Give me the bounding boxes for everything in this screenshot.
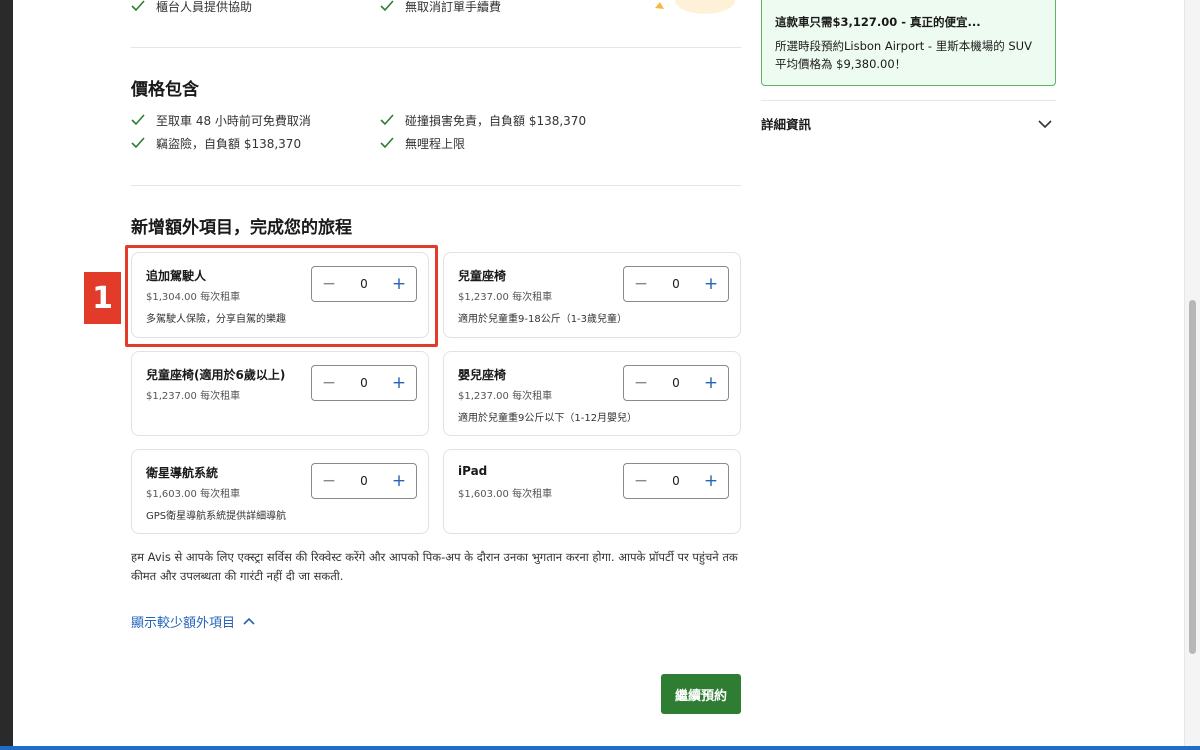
extra-card-booster-seat: 兒童座椅(適用於6歲以上) $1,237.00 每次租車 − 0 + xyxy=(131,351,429,436)
feature-item: 櫃台人員提供協助 xyxy=(131,0,252,15)
check-icon xyxy=(131,136,147,151)
quantity-stepper: − 0 + xyxy=(623,463,729,499)
extra-price: $1,237.00 每次租車 xyxy=(458,292,553,303)
increase-button[interactable]: + xyxy=(390,472,408,490)
quantity-value: 0 xyxy=(672,376,680,390)
quantity-value: 0 xyxy=(360,376,368,390)
extra-price: $1,304.00 每次租車 xyxy=(146,292,241,303)
annotation-marker: 1 xyxy=(84,272,121,324)
increase-button[interactable]: + xyxy=(390,275,408,293)
extra-description: GPS衛星導航系統提供詳細導航 xyxy=(146,511,287,522)
feature-label: 無取消訂單手續費 xyxy=(405,0,502,14)
check-icon xyxy=(131,0,147,14)
illustration-image xyxy=(655,0,735,14)
extra-price: $1,603.00 每次租車 xyxy=(458,489,553,500)
chevron-up-icon xyxy=(243,614,255,629)
show-fewer-extras-label: 顯示較少額外項目 xyxy=(131,616,236,631)
quantity-value: 0 xyxy=(672,277,680,291)
promo-text: 平均價格為 $9,380.00！ xyxy=(775,57,907,71)
promo-text: 所選時段預約Lisbon Airport - 里斯本機場的 SUV xyxy=(775,39,1032,53)
extra-description: 適用於兒童重9公斤以下（1-12月嬰兒） xyxy=(458,413,638,424)
check-icon xyxy=(380,136,396,151)
decrease-button[interactable]: − xyxy=(320,275,338,293)
quantity-value: 0 xyxy=(672,474,680,488)
window-edge xyxy=(0,0,13,750)
chevron-down-icon xyxy=(1038,114,1052,133)
extra-title: 兒童座椅 xyxy=(458,269,507,283)
extra-title: iPad xyxy=(458,464,488,478)
increase-button[interactable]: + xyxy=(390,374,408,392)
decrease-button[interactable]: − xyxy=(632,472,650,490)
extra-description: 適用於兒童重9-18公斤（1-3歲兒童） xyxy=(458,314,628,325)
extra-card-infant-seat: 嬰兒座椅 $1,237.00 每次租車 適用於兒童重9公斤以下（1-12月嬰兒）… xyxy=(443,351,741,436)
extras-note: हम Avis से आपके लिए एक्स्ट्रा सर्विस की … xyxy=(131,548,751,586)
divider xyxy=(131,185,741,186)
included-item: 至取車 48 小時前可免費取消 xyxy=(131,112,311,129)
promo-title: 這款車只需$3,127.00 - 真正的便宜... xyxy=(775,15,981,29)
extra-title: 兒童座椅(適用於6歲以上) xyxy=(146,368,286,382)
feature-label: 櫃台人員提供協助 xyxy=(156,0,253,14)
details-label: 詳細資訊 xyxy=(761,116,812,132)
price-promo-banner: 這款車只需$3,127.00 - 真正的便宜... 所選時段預約Lisbon A… xyxy=(761,0,1056,86)
check-icon xyxy=(380,0,396,14)
decrease-button[interactable]: − xyxy=(320,374,338,392)
note-line: हम Avis से आपके लिए एक्स्ट्रा सर्विस की … xyxy=(131,550,738,564)
quantity-value: 0 xyxy=(360,474,368,488)
divider xyxy=(131,47,741,48)
included-item-label: 竊盜險，自負額 $138,370 xyxy=(156,137,302,151)
increase-button[interactable]: + xyxy=(702,374,720,392)
quantity-stepper: − 0 + xyxy=(311,266,417,302)
feature-item: 無取消訂單手續費 xyxy=(380,0,501,15)
extra-price: $1,237.00 每次租車 xyxy=(146,391,241,402)
quantity-stepper: − 0 + xyxy=(623,266,729,302)
price-includes-title: 價格包含 xyxy=(131,80,199,100)
included-item: 碰撞損害免責，自負額 $138,370 xyxy=(380,112,586,129)
extra-title: 追加駕駛人 xyxy=(146,269,207,283)
increase-button[interactable]: + xyxy=(702,275,720,293)
quantity-stepper: − 0 + xyxy=(623,365,729,401)
extra-card-additional-driver: 追加駕駛人 $1,304.00 每次租車 多駕駛人保險，分享自駕的樂趣 − 0 … xyxy=(131,252,429,338)
extras-title: 新增額外項目，完成您的旅程 xyxy=(131,218,352,238)
included-item-label: 無哩程上限 xyxy=(405,137,466,151)
extra-title: 嬰兒座椅 xyxy=(458,368,507,382)
included-item: 無哩程上限 xyxy=(380,135,465,152)
quantity-stepper: − 0 + xyxy=(311,463,417,499)
check-icon xyxy=(131,113,147,128)
extra-card-child-seat: 兒童座椅 $1,237.00 每次租車 適用於兒童重9-18公斤（1-3歲兒童）… xyxy=(443,252,741,338)
quantity-value: 0 xyxy=(360,277,368,291)
decrease-button[interactable]: − xyxy=(632,275,650,293)
check-icon xyxy=(380,113,396,128)
continue-booking-button[interactable]: 繼續預約 xyxy=(661,674,741,714)
decrease-button[interactable]: − xyxy=(320,472,338,490)
note-line: कीमत और उपलब्धता की गारंटी नहीं दी जा सक… xyxy=(131,569,344,583)
extra-card-ipad: iPad $1,603.00 每次租車 − 0 + xyxy=(443,449,741,534)
extra-title: 衛星導航系統 xyxy=(146,466,219,480)
bottom-bar xyxy=(0,746,1200,750)
details-accordion[interactable]: 詳細資訊 xyxy=(761,100,1056,145)
extra-price: $1,603.00 每次租車 xyxy=(146,489,241,500)
scrollbar-thumb[interactable] xyxy=(1189,300,1196,654)
included-item: 竊盜險，自負額 $138,370 xyxy=(131,135,301,152)
included-item-label: 至取車 48 小時前可免費取消 xyxy=(156,114,311,128)
quantity-stepper: − 0 + xyxy=(311,365,417,401)
extra-description: 多駕駛人保險，分享自駕的樂趣 xyxy=(146,314,286,325)
extra-card-gps: 衛星導航系統 $1,603.00 每次租車 GPS衛星導航系統提供詳細導航 − … xyxy=(131,449,429,534)
decrease-button[interactable]: − xyxy=(632,374,650,392)
increase-button[interactable]: + xyxy=(702,472,720,490)
included-item-label: 碰撞損害免責，自負額 $138,370 xyxy=(405,114,587,128)
show-fewer-extras-link[interactable]: 顯示較少額外項目 xyxy=(131,612,255,631)
extra-price: $1,237.00 每次租車 xyxy=(458,391,553,402)
